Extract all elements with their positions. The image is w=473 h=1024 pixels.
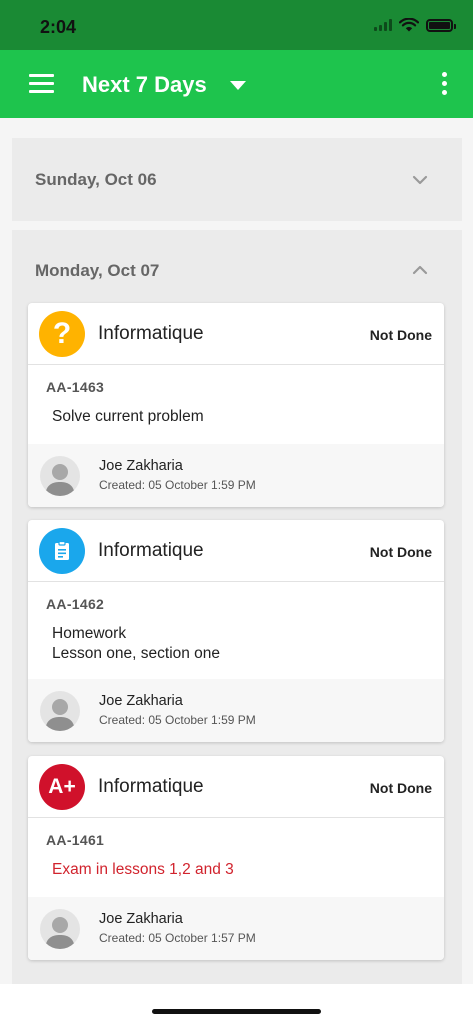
created-timestamp: Created: 05 October 1:59 PM	[99, 713, 256, 727]
card-subject: Informatique	[98, 323, 204, 344]
day-label: Monday, Oct 07	[35, 261, 160, 280]
task-card[interactable]: Informatique Not Done AA-1462 Homework L…	[28, 520, 444, 742]
card-body: AA-1461 Exam in lessons 1,2 and 3	[28, 818, 444, 880]
task-description: Homework Lesson one, section one	[52, 625, 221, 662]
card-footer: Joe Zakharia Created: 05 October 1:59 PM	[28, 444, 444, 507]
card-footer: Joe Zakharia Created: 05 October 1:57 PM	[28, 897, 444, 960]
avatar	[40, 456, 80, 496]
battery-icon	[426, 18, 456, 32]
task-code: AA-1463	[46, 379, 105, 395]
status-badge: Not Done	[369, 780, 432, 796]
day-section-sunday[interactable]: Sunday, Oct 06	[12, 138, 462, 221]
avatar	[40, 691, 80, 731]
home-indicator[interactable]	[152, 1009, 321, 1014]
card-header: A+ Informatique Not Done	[28, 756, 444, 818]
author-name: Joe Zakharia	[99, 693, 183, 709]
day-label: Sunday, Oct 06	[35, 170, 157, 189]
status-badge: Not Done	[369, 327, 432, 343]
status-time: 2:04	[40, 17, 77, 37]
created-timestamp: Created: 05 October 1:59 PM	[99, 478, 256, 492]
card-footer: Joe Zakharia Created: 05 October 1:59 PM	[28, 679, 444, 742]
clipboard-icon	[39, 528, 85, 574]
signal-icon	[374, 19, 392, 31]
card-subject: Informatique	[98, 540, 204, 561]
author-name: Joe Zakharia	[99, 458, 183, 474]
page-title[interactable]: Next 7 Days	[82, 72, 207, 98]
avatar	[40, 909, 80, 949]
more-options-icon[interactable]	[440, 72, 450, 98]
status-bar: 2:04	[0, 0, 473, 50]
card-body: AA-1463 Solve current problem	[28, 365, 444, 427]
day-section-monday: Monday, Oct 07 ? Informatique Not Done A…	[12, 230, 462, 984]
card-body: AA-1462 Homework Lesson one, section one	[28, 582, 444, 664]
created-timestamp: Created: 05 October 1:57 PM	[99, 931, 256, 945]
task-code: AA-1462	[46, 596, 105, 612]
app-bar: Next 7 Days	[0, 50, 473, 118]
card-header: Informatique Not Done	[28, 520, 444, 582]
task-description: Exam in lessons 1,2 and 3	[52, 861, 234, 878]
grade-a-plus-icon: A+	[39, 764, 85, 810]
task-card[interactable]: ? Informatique Not Done AA-1463 Solve cu…	[28, 303, 444, 507]
content-area: Sunday, Oct 06 Monday, Oct 07 ? Informat…	[0, 118, 473, 984]
chevron-up-icon[interactable]	[412, 265, 428, 275]
status-icons	[374, 18, 456, 32]
task-card[interactable]: A+ Informatique Not Done AA-1461 Exam in…	[28, 756, 444, 960]
card-subject: Informatique	[98, 776, 204, 797]
dropdown-caret-icon[interactable]	[230, 81, 246, 90]
card-header: ? Informatique Not Done	[28, 303, 444, 365]
chevron-down-icon[interactable]	[412, 175, 428, 185]
author-name: Joe Zakharia	[99, 911, 183, 927]
hamburger-menu-icon[interactable]	[29, 74, 54, 94]
task-code: AA-1461	[46, 832, 105, 848]
task-description: Solve current problem	[52, 408, 204, 425]
wifi-icon	[399, 18, 419, 32]
status-badge: Not Done	[369, 544, 432, 560]
question-icon: ?	[39, 311, 85, 357]
